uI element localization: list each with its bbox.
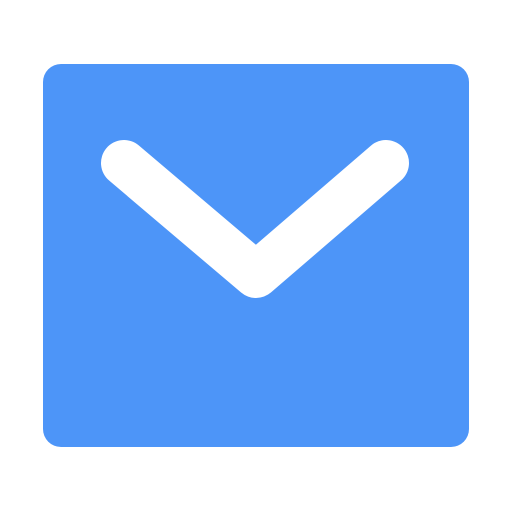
mail-icon	[43, 64, 469, 447]
mail-icon-container	[0, 0, 512, 512]
